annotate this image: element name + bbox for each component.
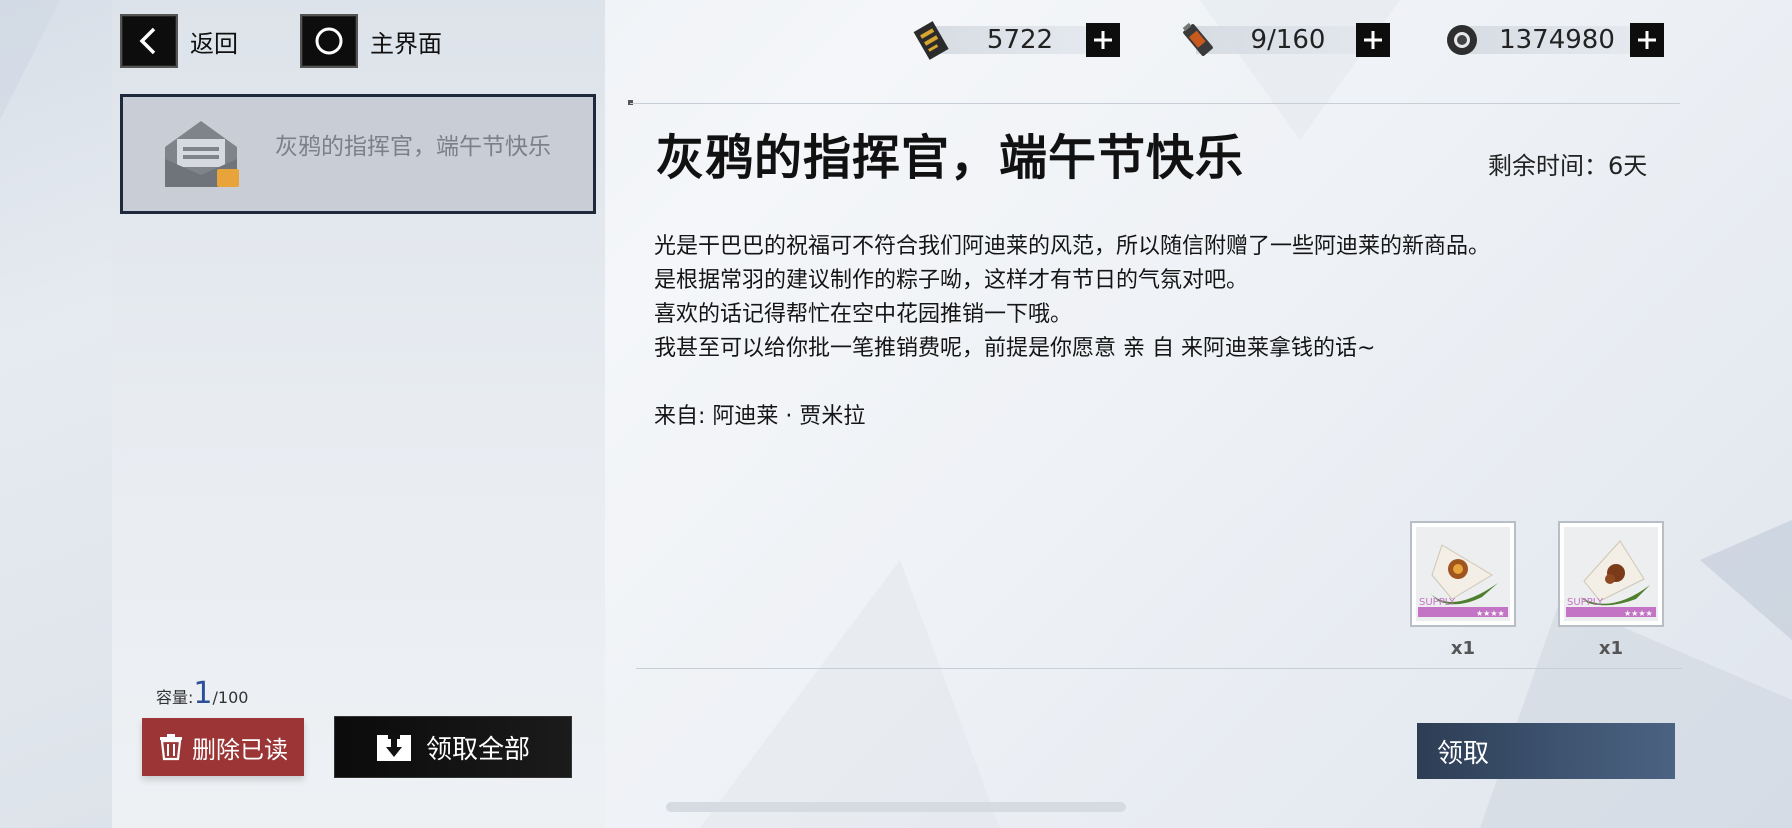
capacity-label: 容量:	[156, 688, 194, 707]
divider	[630, 103, 1680, 104]
zongzi-icon: SUPPLY ★★★★	[1564, 527, 1658, 621]
reward-tag: SUPPLY	[1419, 597, 1456, 608]
resource-coin: 1374980	[1440, 18, 1674, 62]
reward-quantity: x1	[1598, 638, 1624, 659]
add-pass-button[interactable]	[1086, 23, 1120, 57]
mail-package-icon	[165, 121, 239, 187]
resource-pass-value: 5722	[986, 25, 1054, 55]
remaining-time: 剩余时间：6天	[1488, 152, 1648, 180]
chevron-left-icon	[120, 14, 178, 68]
resource-coin-value: 1374980	[1499, 25, 1615, 55]
horizontal-scrollbar[interactable]	[666, 802, 1126, 812]
claim-all-label: 领取全部	[425, 734, 530, 765]
capacity-total: /100	[212, 688, 249, 707]
plus-icon	[1094, 31, 1112, 49]
resource-battery: 9/160	[1176, 18, 1416, 62]
claim-all-button[interactable]: 领取全部	[334, 716, 572, 778]
reward-item[interactable]: SUPPLY ★★★★	[1410, 521, 1516, 627]
download-icon	[376, 735, 411, 761]
delete-read-label: 删除已读	[192, 735, 288, 764]
mail-title: 灰鸦的指挥官，端午节快乐	[656, 130, 1245, 186]
reward-item[interactable]: SUPPLY ★★★★	[1558, 521, 1664, 627]
delete-read-button[interactable]: 删除已读	[142, 718, 304, 776]
mail-body-line: 光是干巴巴的祝福可不符合我们阿迪莱的风范，所以随信附赠了一些阿迪莱的新商品。	[654, 234, 1491, 259]
mail-body: 光是干巴巴的祝福可不符合我们阿迪莱的风范，所以随信附赠了一些阿迪莱的新商品。 是…	[654, 230, 1490, 366]
zongzi-icon: SUPPLY ★★★★	[1416, 527, 1510, 621]
add-battery-button[interactable]	[1356, 23, 1390, 57]
plus-icon	[1364, 31, 1382, 49]
capacity: 容量:1/100	[156, 676, 248, 711]
mail-list-item[interactable]: 灰鸦的指挥官，端午节快乐	[120, 94, 596, 214]
mail-list-item-title: 灰鸦的指挥官，端午节快乐	[275, 134, 551, 160]
mail-sender: 来自: 阿迪莱 · 贾米拉	[654, 404, 866, 429]
home-circle-icon	[300, 14, 358, 68]
trash-icon	[160, 734, 182, 761]
capacity-used: 1	[193, 676, 213, 711]
back-label: 返回	[190, 29, 238, 58]
gear-token-icon	[1440, 18, 1484, 62]
battery-icon	[1176, 18, 1220, 62]
back-button[interactable]: 返回	[120, 14, 238, 68]
home-button[interactable]: 主界面	[300, 14, 442, 68]
pass-card-icon	[910, 18, 954, 62]
home-label: 主界面	[370, 29, 442, 58]
reward-stars: ★★★★	[1624, 609, 1653, 618]
add-coin-button[interactable]	[1630, 23, 1664, 57]
background-left-gutter	[0, 0, 112, 828]
claim-label: 领取	[1437, 738, 1490, 769]
plus-icon	[1638, 31, 1656, 49]
resource-battery-value: 9/160	[1250, 25, 1326, 55]
resource-pass: 5722	[910, 18, 1150, 62]
reward-quantity: x1	[1450, 638, 1476, 659]
reward-stars: ★★★★	[1476, 609, 1505, 618]
claim-button[interactable]: 领取	[1417, 723, 1675, 779]
divider	[636, 668, 1682, 669]
reward-tag: SUPPLY	[1567, 597, 1604, 608]
mail-body-line: 喜欢的话记得帮忙在空中花园推销一下哦。	[654, 302, 1073, 327]
mail-body-line: 我甚至可以给你批一笔推销费呢，前提是你愿意 亲 自 来阿迪莱拿钱的话~	[654, 336, 1376, 361]
mail-body-line: 是根据常羽的建议制作的粽子呦，这样才有节日的气氛对吧。	[654, 268, 1249, 293]
